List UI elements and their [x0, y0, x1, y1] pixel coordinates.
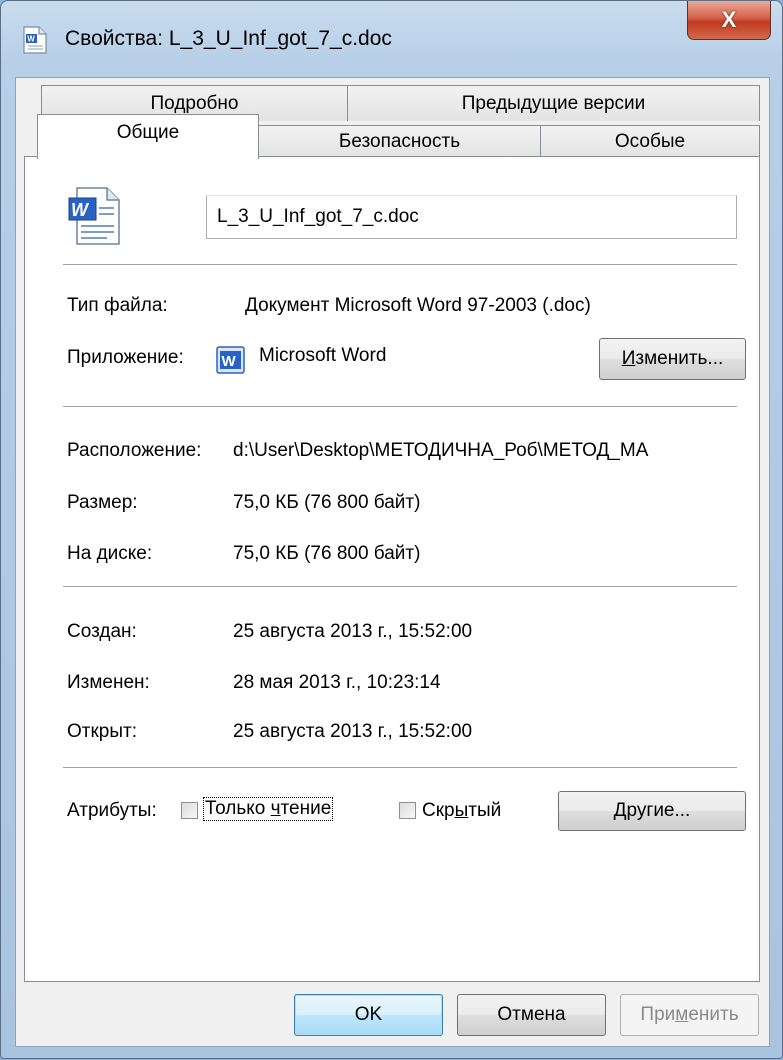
cancel-button[interactable]: Отмена [457, 994, 606, 1036]
word-document-icon: W [23, 26, 47, 54]
readonly-checkbox[interactable] [181, 802, 198, 819]
hidden-checkbox[interactable] [399, 802, 416, 819]
tab-details-label: Подробно [150, 92, 239, 114]
tab-general[interactable]: Общие [37, 114, 259, 159]
properties-dialog: W Свойства: L_3_U_Inf_got_7_c.doc X Подр… [0, 0, 783, 1059]
tab-custom[interactable]: Особые [540, 125, 760, 157]
advanced-attributes-label: Другие... [613, 800, 691, 821]
tab-security-label: Безопасность [338, 130, 461, 152]
general-tab-panel [24, 156, 760, 982]
tab-general-label: Общие [116, 122, 180, 143]
hidden-label[interactable]: Скрытый [422, 800, 501, 822]
tab-custom-label: Особые [614, 130, 686, 152]
close-icon: X [721, 7, 737, 32]
ok-button[interactable]: OK [294, 994, 443, 1036]
filename-field[interactable]: L_3_U_Inf_got_7_c.doc [206, 195, 737, 239]
change-application-label: Изменить... [621, 348, 724, 369]
filename-value: L_3_U_Inf_got_7_c.doc [217, 206, 419, 227]
title-bar[interactable]: W Свойства: L_3_U_Inf_got_7_c.doc X [1, 1, 782, 81]
tab-security[interactable]: Безопасность [258, 125, 541, 157]
apply-label: Применить [640, 1004, 739, 1025]
change-application-button[interactable]: Изменить... [599, 338, 746, 380]
apply-button[interactable]: Применить [620, 994, 759, 1036]
advanced-attributes-button[interactable]: Другие... [558, 791, 746, 831]
readonly-label[interactable]: Только чтение [202, 797, 334, 821]
tab-previous-versions[interactable]: Предыдущие версии [347, 85, 760, 121]
tab-previous-versions-label: Предыдущие версии [461, 92, 646, 114]
svg-text:W: W [27, 35, 35, 44]
cancel-label: Отмена [497, 1004, 566, 1025]
window-title: Свойства: L_3_U_Inf_got_7_c.doc [65, 27, 392, 50]
close-button[interactable]: X [687, 1, 771, 40]
ok-label: OK [354, 1004, 383, 1025]
